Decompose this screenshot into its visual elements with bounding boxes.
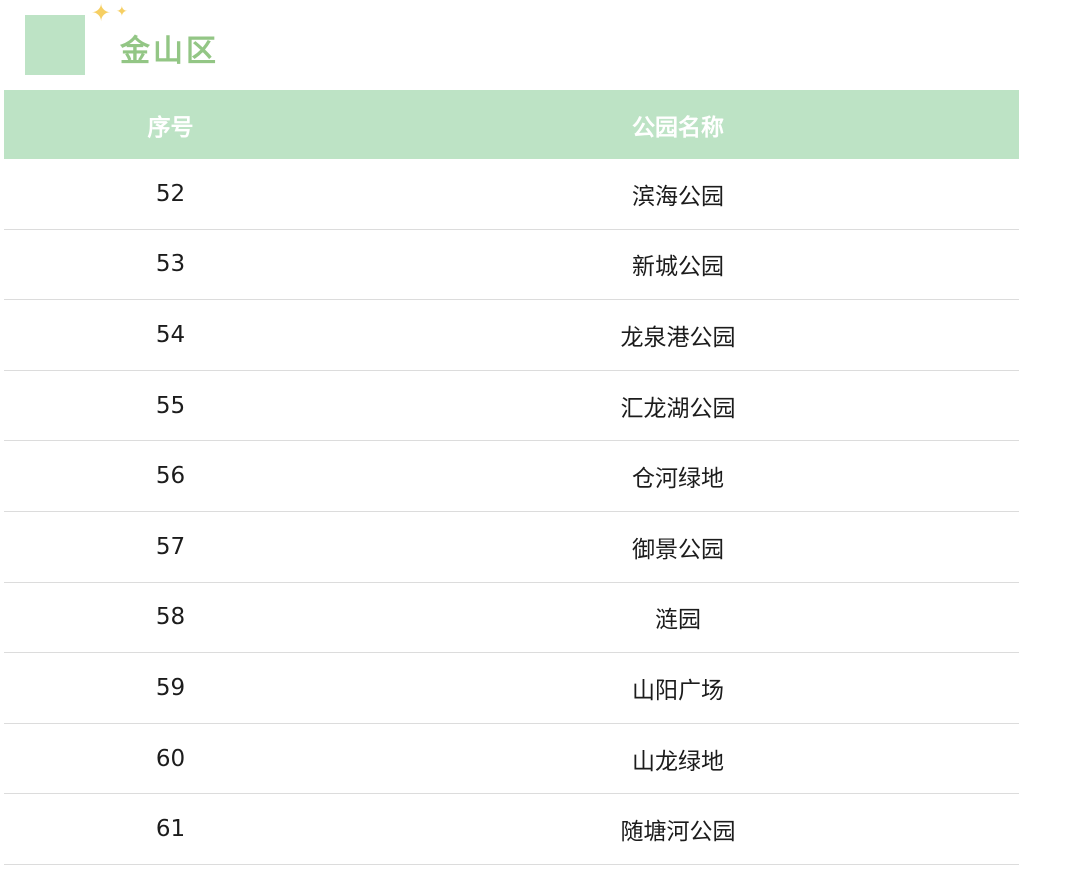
table-row: 60 山龙绿地 [4, 724, 1019, 795]
row-park-name: 汇龙湖公园 [620, 395, 736, 422]
row-index: 60 [155, 745, 186, 772]
row-index: 57 [155, 533, 186, 560]
table-row: 56 仓河绿地 [4, 441, 1019, 512]
row-index: 54 [155, 321, 186, 348]
row-index: 52 [155, 180, 186, 207]
table-row: 54 龙泉港公园 [4, 300, 1019, 371]
row-index: 59 [155, 674, 186, 701]
table-row: 58 涟园 [4, 583, 1019, 654]
row-index: 56 [155, 463, 186, 490]
row-park-name: 涟园 [655, 607, 701, 634]
table-row: 52 滨海公园 [4, 159, 1019, 230]
row-park-name: 仓河绿地 [632, 466, 724, 493]
column-header-index: 序号 [147, 114, 194, 141]
table-row: 53 新城公园 [4, 230, 1019, 301]
header-accent-block [25, 15, 85, 75]
row-park-name: 滨海公园 [632, 183, 724, 210]
table-row: 61 随塘河公园 [4, 794, 1019, 865]
row-index: 53 [155, 251, 186, 278]
row-index: 61 [155, 816, 186, 843]
row-park-name: 御景公园 [632, 536, 724, 563]
sparkle-icon: ✦ [91, 0, 112, 27]
table-row: 55 汇龙湖公园 [4, 371, 1019, 442]
park-table: 序号 公园名称 52 滨海公园 53 新城公园 54 龙泉港公园 55 汇龙湖公… [4, 90, 1019, 865]
row-park-name: 随塘河公园 [620, 819, 736, 846]
row-park-name: 山阳广场 [632, 677, 724, 704]
district-title: 金山区 [120, 34, 219, 69]
row-index: 58 [155, 604, 186, 631]
column-header-park-name: 公园名称 [632, 114, 724, 141]
row-park-name: 新城公园 [632, 254, 724, 281]
section-header: ✦ ✦ 金山区 [0, 0, 1067, 90]
table-row: 59 山阳广场 [4, 653, 1019, 724]
sparkle-icon: ✦ [116, 4, 128, 20]
row-index: 55 [155, 392, 186, 419]
row-park-name: 山龙绿地 [632, 748, 724, 775]
table-header: 序号 公园名称 [4, 90, 1019, 159]
row-park-name: 龙泉港公园 [620, 324, 736, 351]
table-row: 57 御景公园 [4, 512, 1019, 583]
